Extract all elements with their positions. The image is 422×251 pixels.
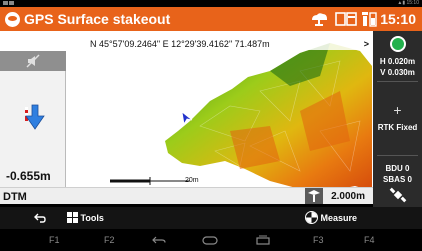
notification-icons [3, 1, 17, 5]
measure-label: Measure [320, 213, 358, 223]
navigation-bar: F1 F2 F3 F4 [0, 229, 422, 251]
mute-icon [26, 54, 40, 68]
measure-icon [305, 211, 318, 224]
gnss-status-panel[interactable]: H 0.020m V 0.030m + RTK Fixed BDU 0 SBAS… [373, 31, 422, 207]
cloud-antenna-icon[interactable] [309, 11, 329, 27]
solution-status: RTK Fixed [377, 123, 418, 132]
satellite-icon [389, 187, 407, 203]
page-title: GPS Surface stakeout [24, 11, 171, 27]
receiver-battery-icon[interactable] [361, 11, 377, 27]
back-arrow-icon[interactable] [34, 213, 46, 223]
mute-button[interactable] [0, 51, 66, 71]
stakeout-panel: -0.655m [0, 51, 66, 187]
vertical-distance: -0.655m [6, 169, 51, 183]
antenna-height-value[interactable]: 2.000m [331, 191, 365, 202]
chevron-right-icon[interactable]: > [364, 38, 369, 50]
coordinate-readout[interactable]: N 45°57'09.2464" E 12°29'39.4162" 71.487… [0, 38, 373, 50]
app-logo-icon[interactable] [5, 12, 20, 27]
nav-home-icon[interactable] [202, 236, 218, 245]
crosshair-icon: + [393, 102, 402, 118]
tools-button[interactable]: Tools [67, 212, 104, 223]
nav-back-icon[interactable] [152, 236, 166, 245]
card-icon[interactable] [335, 11, 357, 27]
f3-key[interactable]: F3 [313, 235, 324, 245]
antenna-height-icon[interactable] [305, 188, 323, 204]
coordinate-text: N 45°57'09.2464" E 12°29'39.4162" 71.487… [90, 39, 270, 49]
sbas-count: SBAS 0 [383, 175, 412, 184]
f4-key[interactable]: F4 [364, 235, 375, 245]
status-circle-icon [389, 36, 406, 52]
measure-button[interactable]: Measure [305, 211, 357, 224]
bdu-count: BDU 0 [385, 164, 410, 173]
tools-label: Tools [80, 213, 104, 223]
position-marker-icon [181, 111, 193, 125]
cut-fill-arrow-icon [25, 104, 45, 130]
f2-key[interactable]: F2 [104, 235, 115, 245]
app-bar: GPS Surface stakeout 15:10 [0, 7, 422, 31]
h-precision: H 0.020m [379, 57, 416, 66]
action-bar: Tools Measure [0, 207, 422, 229]
system-status-bar: ▲▮ 15:10 [0, 0, 422, 7]
surface-layer-name: DTM [3, 191, 27, 203]
fix-status-indicator [373, 36, 422, 54]
surface-info-bar: DTM 2.000m [0, 187, 373, 204]
grid-icon [67, 212, 78, 223]
app-clock: 15:10 [380, 11, 416, 27]
f1-key[interactable]: F1 [49, 235, 60, 245]
nav-recents-icon[interactable] [256, 235, 270, 245]
system-time: 15:10 [406, 0, 419, 6]
scale-label: 20m [185, 177, 199, 184]
v-precision: V 0.030m [380, 68, 415, 77]
